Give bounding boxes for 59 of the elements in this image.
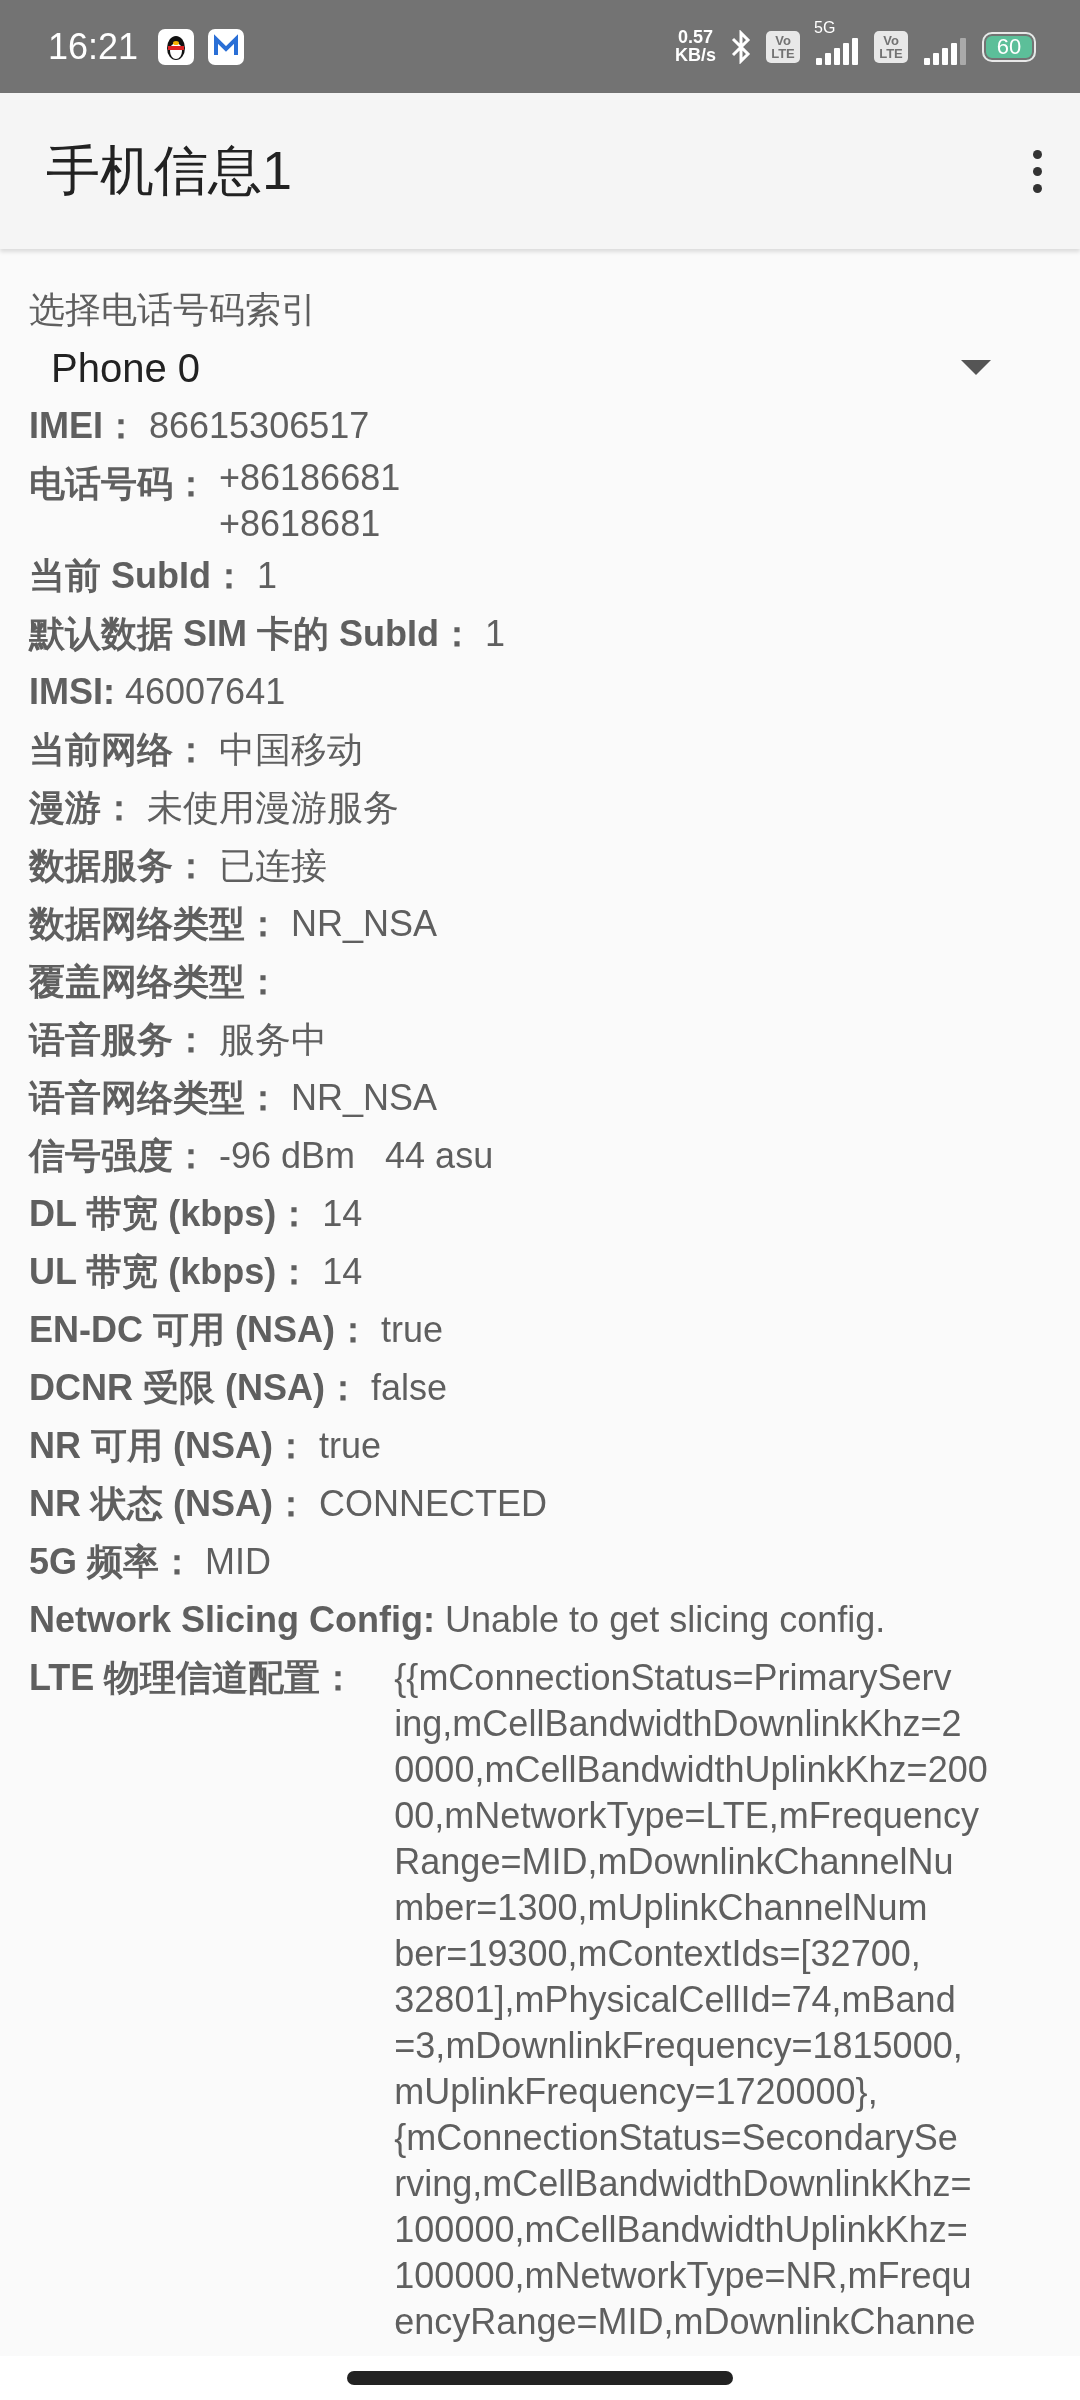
- info-value: 中国移动: [219, 728, 363, 772]
- bluetooth-icon: [730, 29, 752, 64]
- status-time: 16:21: [48, 25, 139, 68]
- info-value: 46007641: [125, 670, 286, 714]
- app-title: 手机信息1: [46, 138, 294, 202]
- battery-icon: 60: [982, 31, 1036, 62]
- info-label: 覆盖网络类型：: [29, 960, 281, 1004]
- info-value: 1: [485, 612, 506, 656]
- volte-badge: Vo LTE: [766, 30, 800, 63]
- info-label: 信号强度：: [29, 1134, 209, 1178]
- info-label: UL 带宽 (kbps)：: [29, 1250, 313, 1294]
- network-type: 5G: [814, 18, 836, 37]
- info-label: 电话号码：: [29, 462, 209, 506]
- mail-app-icon: [208, 28, 245, 65]
- info-label: 语音网络类型：: [29, 1076, 281, 1120]
- info-value: true: [319, 1424, 382, 1468]
- info-value: 14: [322, 1192, 363, 1236]
- info-label: DCNR 受限 (NSA)：: [29, 1366, 361, 1410]
- info-value: Unable to get slicing config.: [445, 1598, 886, 1642]
- info-value: +86186681: [219, 456, 401, 500]
- info-label: NR 状态 (NSA)：: [29, 1482, 309, 1526]
- phone-dropdown[interactable]: Phone 0: [29, 339, 1029, 397]
- selector-label: 选择电话号码索引: [29, 288, 318, 332]
- info-label: Network Slicing Config:: [29, 1598, 435, 1642]
- info-value: 未使用漫游服务: [147, 786, 399, 830]
- info-value: true: [381, 1308, 444, 1352]
- penguin-app-icon: [158, 28, 195, 65]
- info-label: LTE 物理信道配置：: [29, 1656, 357, 1700]
- info-label: EN-DC 可用 (NSA)：: [29, 1308, 371, 1352]
- info-label: 当前 SubId：: [29, 554, 247, 598]
- info-value: 86615306517: [149, 404, 370, 448]
- info-label: NR 可用 (NSA)：: [29, 1424, 309, 1468]
- info-label: 漫游：: [29, 786, 137, 830]
- info-label: 语音服务：: [29, 1018, 209, 1062]
- info-label: 默认数据 SIM 卡的 SubId：: [29, 612, 475, 656]
- signal-icon: [922, 36, 968, 67]
- info-value: NR_NSA: [291, 1076, 438, 1120]
- info-label: IMEI：: [29, 404, 139, 448]
- info-value: 服务中: [219, 1018, 327, 1062]
- dropdown-arrow-icon: [961, 360, 991, 376]
- network-speed: 0.57 KB/s: [675, 29, 716, 64]
- info-value: -96 dBm 44 asu: [219, 1134, 494, 1178]
- info-label: IMSI:: [29, 670, 115, 714]
- info-value: CONNECTED: [319, 1482, 547, 1526]
- signal-icon: [814, 36, 860, 67]
- info-value: NR_NSA: [291, 902, 438, 946]
- info-value: {{mConnectionStatus=PrimaryServ ing,mCellBandwidthDownlinkKhz=2 0000,mCellBandwidthUplinkKhz=200 00,mNetworkType=LTE,mFrequency Range=MID,mDownlinkChannelNu mber=1300,mUplinkChannelNum ber=19300,mContextIds=[32700, 32801],mPhysicalCellId=74,mBand =3,mDownlinkFrequency=1815000, mUplinkFrequency=1720000}, {mConnectionStatus=SecondarySe rving,mCellBandwidthDownlinkKhz= 100000,mCellBandwidthUplinkKhz= 100000,mNetworkType=NR,mFrequ encyRange=MID,mDownlinkChanne: [394, 1656, 988, 2344]
- info-label: 当前网络：: [29, 728, 209, 772]
- info-value: 14: [322, 1250, 363, 1294]
- info-label: 数据网络类型：: [29, 902, 281, 946]
- info-label: DL 带宽 (kbps)：: [29, 1192, 313, 1236]
- info-label: 数据服务：: [29, 844, 209, 888]
- info-value: MID: [205, 1540, 272, 1584]
- volte-badge: Vo LTE: [874, 30, 908, 63]
- info-value: false: [371, 1366, 448, 1410]
- info-value: +8618681: [219, 502, 382, 546]
- info-value: 1: [257, 554, 278, 598]
- info-label: 5G 频率：: [29, 1540, 196, 1584]
- info-value: 已连接: [219, 844, 327, 888]
